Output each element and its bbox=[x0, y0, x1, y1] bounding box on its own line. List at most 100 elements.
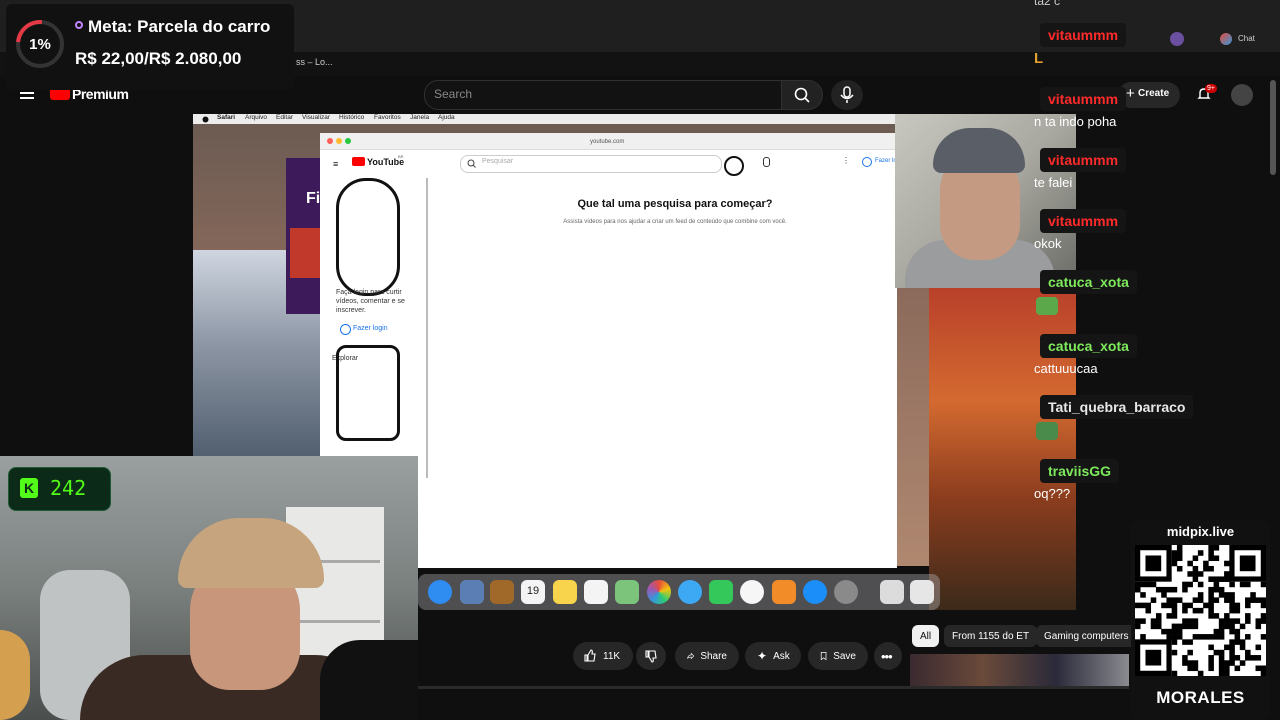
plus-icon: + bbox=[1126, 85, 1135, 102]
books-icon[interactable] bbox=[772, 580, 796, 604]
qr-module bbox=[1192, 665, 1199, 672]
chip-channel[interactable]: From 1155 do ET bbox=[944, 625, 1038, 647]
save-button[interactable]: Save bbox=[808, 642, 868, 670]
profile-icon[interactable] bbox=[1170, 32, 1184, 46]
qr-module bbox=[1208, 607, 1214, 614]
video-progress-track[interactable] bbox=[418, 686, 1129, 689]
messages-icon[interactable] bbox=[678, 580, 702, 604]
qr-module bbox=[1187, 602, 1193, 609]
maps-icon[interactable] bbox=[615, 580, 639, 604]
qr-module bbox=[1182, 618, 1188, 624]
qr-module bbox=[1229, 628, 1235, 635]
qr-module bbox=[1213, 649, 1220, 656]
qr-module bbox=[1224, 644, 1230, 651]
qr-module bbox=[1224, 576, 1230, 582]
qr-module bbox=[1171, 550, 1178, 556]
notes-app-icon[interactable] bbox=[490, 580, 514, 604]
qr-module bbox=[1234, 628, 1241, 635]
qr-module bbox=[1224, 613, 1230, 619]
qr-module bbox=[1245, 634, 1251, 640]
maximize-window-icon[interactable] bbox=[345, 138, 351, 144]
avatar[interactable] bbox=[1231, 84, 1253, 106]
safari-url-bar[interactable]: youtube.com bbox=[590, 139, 624, 145]
related-video-thumbnails[interactable] bbox=[910, 654, 1129, 687]
more-options-icon[interactable]: ⋮ bbox=[842, 156, 850, 165]
notes-icon[interactable] bbox=[553, 580, 577, 604]
qr-module bbox=[1150, 623, 1157, 630]
qr-module bbox=[1192, 565, 1199, 572]
chip-all[interactable]: All bbox=[912, 625, 940, 647]
chat-button[interactable]: Chat bbox=[1238, 34, 1255, 43]
search-input[interactable] bbox=[424, 80, 782, 110]
home-icon[interactable] bbox=[336, 178, 400, 296]
frog-emote-icon bbox=[1036, 422, 1058, 440]
like-button[interactable]: 11K bbox=[573, 642, 633, 670]
page-scrollbar[interactable] bbox=[1270, 80, 1276, 175]
browser-tab[interactable]: ss – Lo... bbox=[296, 57, 333, 67]
close-window-icon[interactable] bbox=[327, 138, 333, 144]
system-settings-icon[interactable] bbox=[834, 580, 858, 604]
app-store-icon[interactable] bbox=[803, 580, 827, 604]
chat-username: catuca_xota bbox=[1040, 334, 1137, 358]
qr-module bbox=[1187, 649, 1193, 656]
ask-button[interactable]: ✦ Ask bbox=[745, 642, 801, 670]
share-button[interactable]: Share bbox=[675, 642, 739, 670]
qr-module bbox=[1171, 670, 1178, 677]
qr-module bbox=[1187, 665, 1193, 672]
more-actions-button[interactable]: ••• bbox=[874, 642, 902, 670]
mac-menu-item[interactable]: Arquivo bbox=[245, 114, 267, 121]
mac-menu-item[interactable]: Visualizar bbox=[302, 114, 330, 121]
qr-module bbox=[1218, 618, 1225, 624]
voice-search-button[interactable] bbox=[831, 80, 863, 110]
trash-icon[interactable] bbox=[910, 580, 934, 604]
qr-module bbox=[1245, 655, 1251, 661]
qr-module bbox=[1218, 670, 1225, 677]
chat-username: catuca_xota bbox=[1040, 270, 1137, 294]
shopping-bag-icon[interactable] bbox=[336, 345, 400, 441]
search-button[interactable] bbox=[781, 80, 823, 110]
header-login-button[interactable]: Fazer lo bbox=[875, 158, 897, 164]
preview-icon[interactable] bbox=[460, 580, 484, 604]
qr-module bbox=[1213, 581, 1220, 588]
photos-icon[interactable] bbox=[647, 580, 671, 604]
minimize-window-icon[interactable] bbox=[336, 138, 342, 144]
dislike-button[interactable] bbox=[636, 642, 666, 670]
copilot-icon[interactable] bbox=[1220, 33, 1232, 45]
qr-module bbox=[1203, 565, 1209, 572]
reminders-icon[interactable] bbox=[584, 580, 608, 604]
mac-menu-item[interactable]: Favoritos bbox=[374, 114, 401, 121]
qr-module bbox=[1145, 581, 1152, 588]
safari-menu-icon[interactable]: ≡ bbox=[333, 159, 338, 169]
qr-module bbox=[1176, 628, 1183, 635]
goal-percent: 1% bbox=[29, 36, 51, 53]
qr-module bbox=[1250, 597, 1256, 603]
facetime-icon[interactable] bbox=[709, 580, 733, 604]
login-link[interactable]: Fazer login bbox=[353, 325, 388, 332]
qr-module bbox=[1229, 597, 1235, 603]
chat-username: vitaummm bbox=[1040, 209, 1127, 233]
qr-module bbox=[1245, 581, 1251, 588]
qr-module bbox=[1255, 665, 1262, 672]
chat-username: vitaummm bbox=[1040, 148, 1127, 172]
mac-menu-item[interactable]: Editar bbox=[276, 114, 293, 121]
qr-module bbox=[1260, 602, 1267, 609]
chip-topic[interactable]: Gaming computers bbox=[1036, 625, 1137, 647]
search-icon[interactable] bbox=[724, 156, 744, 176]
qr-module bbox=[1155, 618, 1162, 624]
qr-module bbox=[1234, 655, 1241, 661]
scrollbar[interactable] bbox=[426, 178, 428, 478]
qr-module bbox=[1161, 602, 1167, 609]
mac-menu-item[interactable]: Janela bbox=[410, 114, 429, 121]
qr-module bbox=[1182, 655, 1188, 661]
qr-module bbox=[1182, 639, 1188, 645]
mac-menu-item[interactable]: Safari bbox=[217, 114, 235, 121]
sparkle-icon: ✦ bbox=[757, 649, 768, 663]
youtube-logo-icon[interactable] bbox=[352, 157, 365, 166]
music-icon[interactable] bbox=[740, 580, 764, 604]
mac-menu-item[interactable]: Histórico bbox=[339, 114, 364, 121]
documents-icon[interactable] bbox=[880, 580, 904, 604]
safari-icon[interactable] bbox=[428, 580, 452, 604]
microphone-icon[interactable] bbox=[763, 157, 770, 167]
mac-menu-item[interactable]: Ajuda bbox=[438, 114, 455, 121]
qr-module bbox=[1135, 623, 1141, 630]
